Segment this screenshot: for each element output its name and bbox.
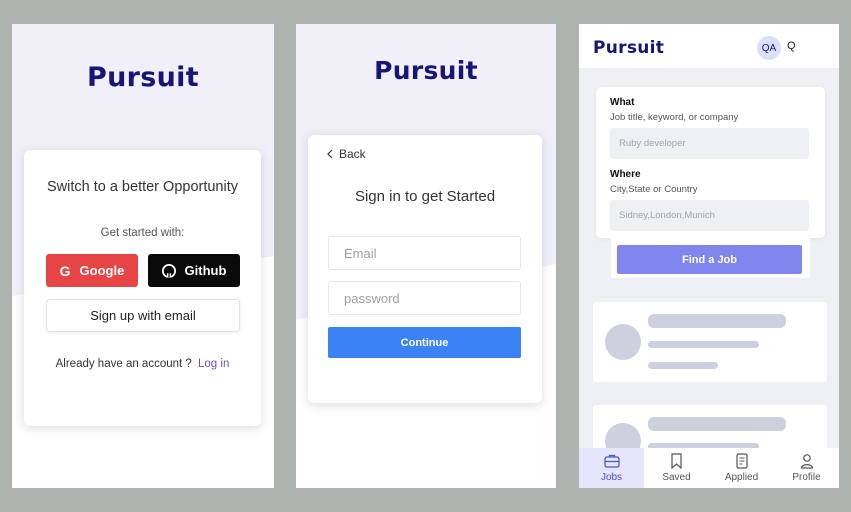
nav-jobs-label: Jobs	[600, 472, 623, 483]
what-hint: Job title, keyword, or company	[610, 112, 739, 123]
avatar[interactable]: QA	[757, 36, 781, 60]
skeleton-line	[648, 417, 786, 431]
email-input[interactable]	[328, 236, 521, 270]
document-icon	[735, 453, 749, 469]
back-label: Back	[339, 147, 366, 161]
signin-title: Sign in to get Started	[354, 188, 496, 205]
signin-card: Back Sign in to get Started Continue	[308, 135, 542, 403]
skeleton-line	[648, 341, 759, 348]
nav-applied[interactable]: Applied	[709, 448, 774, 488]
signup-card: Switch to a better Opportunity Get start…	[24, 150, 261, 426]
where-hint: City,State or Country	[610, 184, 698, 195]
pursuit-logo: Pursuit	[593, 38, 665, 58]
top-bar: Pursuit QA Q	[579, 24, 839, 68]
google-signup-button[interactable]: G Google	[46, 254, 138, 287]
job-search-screen: Pursuit QA Q What Job title, keyword, or…	[579, 24, 839, 488]
what-label: What	[610, 97, 635, 108]
google-label: Google	[79, 263, 125, 278]
chevron-left-icon	[327, 149, 333, 159]
skeleton-line	[648, 362, 718, 369]
password-input[interactable]	[328, 281, 521, 315]
job-card-skeleton[interactable]	[593, 302, 827, 382]
email-signup-button[interactable]: Sign up with email	[46, 299, 240, 332]
signin-screen: Pursuit Back Sign in to get Started Cont…	[296, 24, 556, 488]
already-account-text: Already have an account ? Log in	[24, 358, 261, 370]
bottom-nav: Jobs Saved Applied Profile	[579, 448, 839, 488]
signup-screen: Pursuit Switch to a better Opportunity G…	[12, 24, 274, 488]
bookmark-icon	[670, 453, 683, 469]
where-input[interactable]	[610, 200, 809, 231]
user-icon	[800, 453, 814, 469]
login-link[interactable]: Log in	[198, 358, 229, 370]
search-card: What Job title, keyword, or company Wher…	[596, 87, 825, 238]
find-job-button[interactable]: Find a Job	[617, 245, 802, 274]
nav-saved[interactable]: Saved	[644, 448, 709, 488]
google-icon: G	[59, 262, 71, 279]
pursuit-logo: Pursuit	[374, 56, 478, 85]
nav-applied-label: Applied	[724, 472, 759, 483]
skeleton-line	[648, 314, 786, 328]
pursuit-logo: Pursuit	[87, 62, 199, 93]
card-title: Switch to a better Opportunity	[46, 179, 238, 195]
github-label: Github	[184, 263, 227, 278]
nav-saved-label: Saved	[662, 472, 691, 483]
already-label: Already have an account ?	[55, 358, 192, 370]
continue-button[interactable]: Continue	[328, 327, 521, 358]
github-icon	[161, 263, 176, 278]
nav-profile[interactable]: Profile	[774, 448, 839, 488]
back-button[interactable]: Back	[326, 147, 366, 161]
find-job-container: Find a Job	[611, 238, 810, 278]
get-started-label: Get started with:	[100, 227, 185, 239]
skeleton-avatar	[605, 324, 641, 360]
nav-jobs[interactable]: Jobs	[579, 448, 644, 488]
github-signup-button[interactable]: Github	[148, 254, 240, 287]
where-label: Where	[610, 169, 641, 180]
what-input[interactable]	[610, 128, 809, 159]
nav-profile-label: Profile	[792, 472, 821, 483]
search-icon[interactable]: Q	[787, 40, 796, 52]
briefcase-icon	[603, 453, 620, 469]
